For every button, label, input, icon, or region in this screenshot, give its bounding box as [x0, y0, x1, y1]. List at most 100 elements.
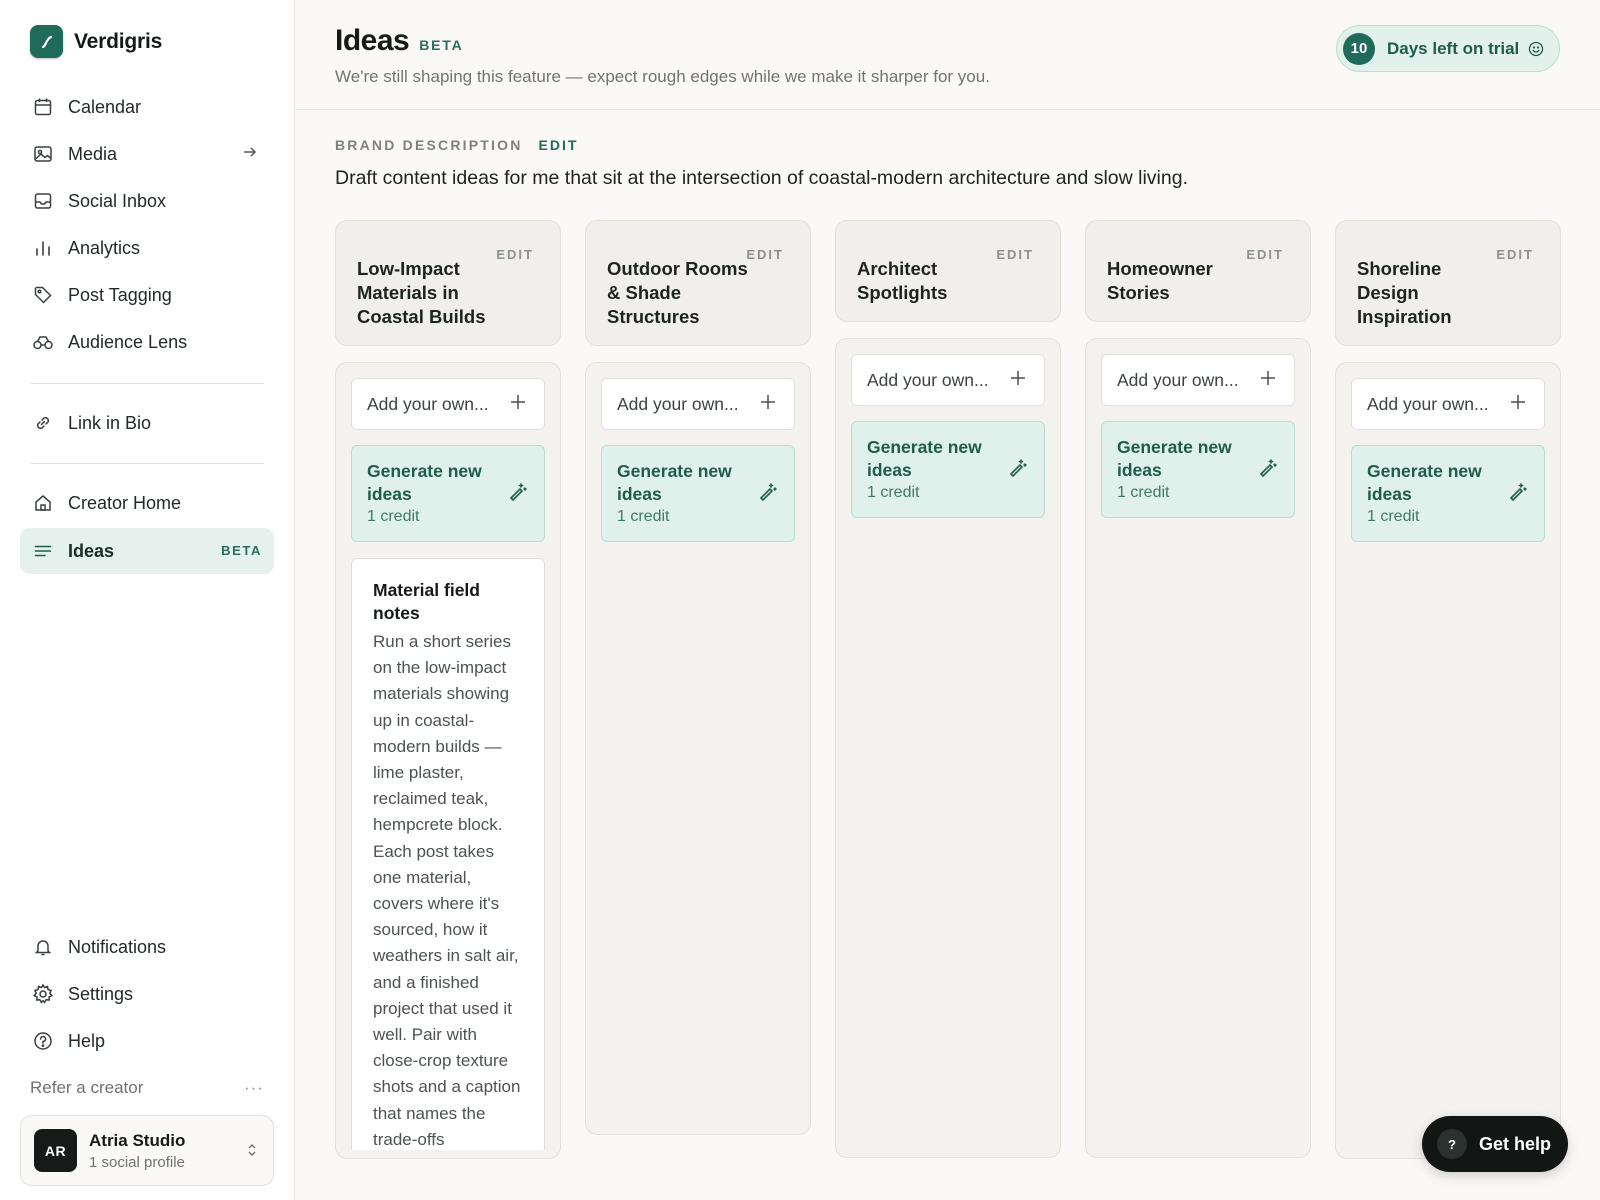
bell-icon	[32, 936, 54, 958]
sidebar-item-settings[interactable]: Settings	[20, 971, 274, 1017]
gear-icon	[32, 983, 54, 1005]
generate-ideas-credit: 1 credit	[1367, 508, 1420, 525]
add-idea-input[interactable]: Add your own...	[601, 378, 795, 430]
sidebar-item-ideas[interactable]: Ideas BETA	[20, 528, 274, 574]
column-title: Low-Impact Materials in Coastal Builds	[357, 258, 486, 327]
column-title: Shoreline Design Inspiration	[1357, 258, 1452, 327]
sidebar-item-help[interactable]: Help	[20, 1018, 274, 1064]
column-title: Homeowner Stories	[1107, 258, 1213, 303]
sidebar-item-analytics[interactable]: Analytics	[20, 225, 274, 271]
smile-icon	[1528, 41, 1544, 57]
generate-ideas-button[interactable]: Generate new ideas 1 credit	[1101, 421, 1295, 518]
sidebar-item-label: Analytics	[68, 237, 141, 258]
page-subtitle: We're still shaping this feature — expec…	[335, 67, 990, 86]
column-body: Add your own... Generate new ideas 1 cre…	[1335, 362, 1561, 1159]
brand-logo-icon	[30, 25, 63, 58]
add-idea-input[interactable]: Add your own...	[851, 354, 1045, 406]
idea-text: Run a short series on the low-impact mat…	[373, 632, 521, 1149]
sidebar-item-label: Ideas	[68, 540, 115, 561]
page-title: Ideas	[335, 24, 410, 57]
sidebar: Verdigris Calendar Media Social Inbox An…	[0, 0, 295, 1200]
idea-column: Homeowner Stories EDIT Add your own... G…	[1085, 220, 1311, 1158]
column-body: Add your own... Generate new ideas 1 cre…	[835, 338, 1061, 1158]
sidebar-item-media[interactable]: Media	[20, 131, 274, 177]
sidebar-item-social-inbox[interactable]: Social Inbox	[20, 178, 274, 224]
generate-ideas-button[interactable]: Generate new ideas 1 credit	[1351, 445, 1545, 542]
generate-ideas-button[interactable]: Generate new ideas 1 credit	[851, 421, 1045, 518]
account-name: Atria Studio	[89, 1130, 186, 1150]
column-edit-button[interactable]: EDIT	[1246, 247, 1284, 262]
sidebar-item-label: Audience Lens	[68, 331, 188, 352]
plus-icon	[1510, 394, 1526, 415]
add-idea-placeholder: Add your own...	[1117, 369, 1239, 390]
brand-description-edit-button[interactable]: EDIT	[539, 137, 579, 153]
sidebar-item-link-in-bio[interactable]: Link in Bio	[20, 400, 274, 446]
sidebar-item-label: Post Tagging	[68, 284, 172, 305]
plus-icon	[760, 394, 776, 415]
generate-ideas-label: Generate new ideas	[1367, 461, 1482, 504]
brand-description-header: BRAND DESCRIPTION EDIT	[335, 137, 578, 153]
sidebar-divider	[30, 463, 264, 464]
idea-column: Architect Spotlights EDIT Add your own..…	[835, 220, 1061, 1158]
binoculars-icon	[32, 331, 54, 353]
column-edit-button[interactable]: EDIT	[1496, 247, 1534, 262]
sidebar-item-label: Creator Home	[68, 492, 182, 513]
column-title: Architect Spotlights	[857, 258, 948, 303]
generate-ideas-label: Generate new ideas	[617, 461, 732, 504]
column-edit-button[interactable]: EDIT	[996, 247, 1034, 262]
sidebar-item-creator-home[interactable]: Creator Home	[20, 480, 274, 526]
brand-name: Verdigris	[74, 29, 163, 53]
plus-icon	[510, 394, 526, 415]
trial-badge[interactable]: 10 Days left on trial	[1336, 25, 1560, 72]
help-icon	[32, 1030, 54, 1052]
magic-wand-icon	[1007, 458, 1027, 483]
column-header: Shoreline Design Inspiration EDIT	[1335, 220, 1561, 346]
sidebar-item-notifications[interactable]: Notifications	[20, 924, 274, 970]
sidebar-item-post-tagging[interactable]: Post Tagging	[20, 272, 274, 318]
get-help-label: Get help	[1479, 1133, 1552, 1154]
generate-ideas-credit: 1 credit	[867, 484, 920, 501]
brand-description-text: Draft content ideas for me that sit at t…	[335, 167, 1189, 189]
generate-ideas-label: Generate new ideas	[1117, 437, 1232, 480]
image-icon	[32, 143, 54, 165]
column-edit-button[interactable]: EDIT	[496, 247, 534, 262]
avatar: AR	[34, 1129, 77, 1172]
chevron-up-down-icon	[247, 1143, 257, 1162]
column-header: Low-Impact Materials in Coastal Builds E…	[335, 220, 561, 346]
link-icon	[32, 412, 54, 434]
bar-chart-icon	[32, 237, 54, 259]
add-idea-input[interactable]: Add your own...	[1351, 378, 1545, 430]
account-subtitle: 1 social profile	[89, 1153, 185, 1171]
brand[interactable]: Verdigris	[30, 25, 162, 58]
more-icon[interactable]: ···	[244, 1078, 264, 1098]
sidebar-item-label: Help	[68, 1030, 106, 1051]
idea-card[interactable]: Material field notes Run a short series …	[351, 558, 545, 1150]
sidebar-item-label: Social Inbox	[68, 190, 167, 211]
generate-ideas-button[interactable]: Generate new ideas 1 credit	[351, 445, 545, 542]
idea-column: Low-Impact Materials in Coastal Builds E…	[335, 220, 561, 1159]
account-switcher[interactable]: AR Atria Studio 1 social profile	[20, 1115, 274, 1186]
sidebar-item-label: Link in Bio	[68, 412, 152, 433]
ideas-icon	[32, 540, 54, 562]
generate-ideas-label: Generate new ideas	[367, 461, 482, 504]
get-help-button[interactable]: ? Get help	[1422, 1116, 1568, 1172]
plus-icon	[1010, 370, 1026, 391]
sidebar-item-label: Settings	[68, 983, 134, 1004]
add-idea-placeholder: Add your own...	[617, 393, 739, 414]
add-idea-input[interactable]: Add your own...	[1101, 354, 1295, 406]
add-idea-input[interactable]: Add your own...	[351, 378, 545, 430]
column-edit-button[interactable]: EDIT	[746, 247, 784, 262]
generate-ideas-button[interactable]: Generate new ideas 1 credit	[601, 445, 795, 542]
magic-wand-icon	[1507, 482, 1527, 507]
sidebar-item-calendar[interactable]: Calendar	[20, 84, 274, 130]
column-header: Outdoor Rooms & Shade Structures EDIT	[585, 220, 811, 346]
sidebar-item-audience-lens[interactable]: Audience Lens	[20, 319, 274, 365]
sidebar-divider	[30, 383, 264, 384]
add-idea-placeholder: Add your own...	[367, 393, 489, 414]
column-body: Add your own... Generate new ideas 1 cre…	[335, 362, 561, 1159]
arrow-right-icon	[242, 144, 258, 165]
plus-icon	[1260, 370, 1276, 391]
refer-link[interactable]: Refer a creator	[30, 1078, 143, 1098]
column-header: Homeowner Stories EDIT	[1085, 220, 1311, 322]
inbox-icon	[32, 190, 54, 212]
